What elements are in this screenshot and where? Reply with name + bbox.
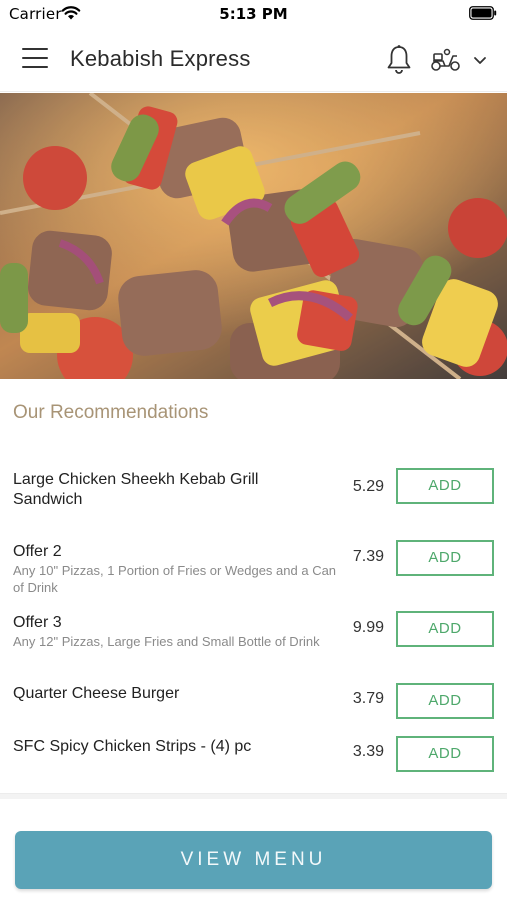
app-title: Kebabish Express <box>70 46 251 71</box>
add-button[interactable]: ADD <box>396 611 494 647</box>
item-name: Offer 2 <box>13 543 62 560</box>
add-button[interactable]: ADD <box>396 540 494 576</box>
app-header: Kebabish Express <box>0 28 507 92</box>
item-name: Offer 3 <box>13 614 62 631</box>
menu-icon[interactable] <box>22 48 48 72</box>
add-button[interactable]: ADD <box>396 468 494 504</box>
recommendations-title: Our Recommendations <box>13 402 209 423</box>
add-button[interactable]: ADD <box>396 683 494 719</box>
item-name: Quarter Cheese Burger <box>13 685 180 702</box>
status-time: 5:13 PM <box>219 5 288 23</box>
item-description: Any 10" Pizzas, 1 Portion of Fries or We… <box>13 563 337 595</box>
item-price: 7.39 <box>352 548 384 565</box>
item-name: Large Chicken Sheekh Kebab Grill Sandwic… <box>13 471 259 508</box>
chevron-down-icon[interactable] <box>472 54 488 66</box>
kebab-skewers-illustration <box>0 93 507 379</box>
item-price: 3.79 <box>352 690 384 707</box>
section-divider <box>0 793 507 799</box>
battery-icon <box>469 6 497 20</box>
add-button[interactable]: ADD <box>396 736 494 772</box>
item-price: 9.99 <box>352 619 384 636</box>
bell-icon[interactable] <box>385 44 413 76</box>
item-price: 5.29 <box>352 478 384 495</box>
item-name: SFC Spicy Chicken Strips - (4) pc <box>13 738 252 755</box>
view-menu-button[interactable]: VIEW MENU <box>15 831 492 889</box>
item-description: Any 12" Pizzas, Large Fries and Small Bo… <box>13 634 320 649</box>
item-price: 3.39 <box>352 743 384 760</box>
status-bar: Carrier 5:13 PM <box>0 0 507 28</box>
hero-food-image <box>0 93 507 379</box>
scooter-icon[interactable] <box>430 47 462 73</box>
